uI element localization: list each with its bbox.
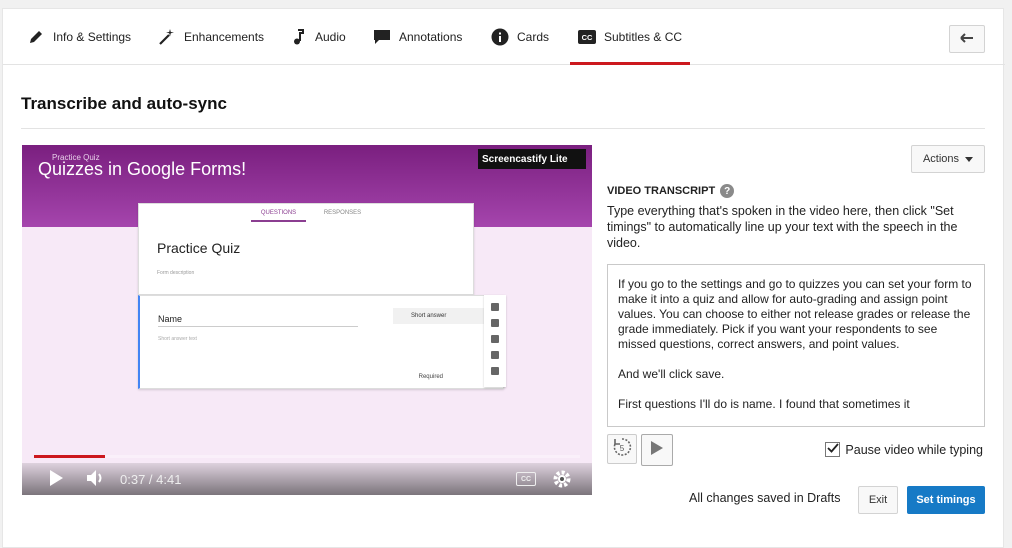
save-status: All changes saved in Drafts [689, 491, 841, 505]
transcript-heading: VIDEO TRANSCRIPT ? [607, 184, 735, 198]
play-icon[interactable] [48, 469, 64, 492]
transcript-description: Type everything that's spoken in the vid… [607, 204, 958, 250]
question-name: Name [158, 314, 183, 324]
tab-info-settings[interactable]: Info & Settings [27, 9, 131, 65]
question-answer-hint: Short answer text [158, 336, 197, 342]
video-icon [491, 351, 499, 359]
speech-bubble-icon [373, 28, 391, 46]
music-note-icon [289, 28, 307, 46]
form-preview-header: QUESTIONS RESPONSES Practice Quiz Form d… [138, 203, 474, 295]
section-icon [491, 367, 499, 375]
form-tab-responses: RESPONSES [323, 210, 362, 216]
form-side-toolbar [484, 295, 506, 387]
pause-while-typing-row: Pause video while typing [825, 442, 983, 457]
tab-annotations[interactable]: Annotations [373, 9, 462, 65]
video-progress-fill [34, 455, 105, 458]
tab-enhancements[interactable]: Enhancements [158, 9, 264, 65]
set-timings-button[interactable]: Set timings [907, 486, 985, 514]
form-tab-questions: QUESTIONS [250, 210, 307, 222]
form-tabs: QUESTIONS RESPONSES [139, 210, 473, 222]
tab-label: Annotations [399, 30, 463, 44]
volume-icon[interactable] [86, 469, 106, 492]
rewind-icon: 5 [611, 436, 633, 463]
image-icon [491, 335, 499, 343]
video-title: Quizzes in Google Forms! [38, 159, 247, 179]
back-arrow-icon [960, 30, 974, 48]
question-underline [158, 326, 358, 327]
tab-audio[interactable]: Audio [289, 9, 346, 65]
settings-gear-icon[interactable] [552, 469, 572, 494]
info-circle-icon [491, 28, 509, 46]
pause-label: Pause video while typing [845, 442, 983, 457]
transcript-label: VIDEO TRANSCRIPT [607, 185, 716, 197]
pencil-icon [27, 28, 45, 46]
video-controls: 0:37 / 4:41 CC [22, 463, 592, 495]
tab-label: Info & Settings [53, 30, 132, 44]
actions-label: Actions [922, 153, 960, 165]
form-description: Form description [157, 270, 195, 276]
tab-subtitles-cc[interactable]: CC Subtitles & CC [569, 9, 691, 65]
divider [21, 128, 985, 129]
tab-label: Cards [517, 30, 550, 44]
title-icon [491, 319, 499, 327]
tab-label: Audio [315, 30, 346, 44]
video-player[interactable]: Practice Quiz Quizzes in Google Forms! S… [22, 145, 592, 495]
rewind-5-button[interactable]: 5 [607, 434, 637, 464]
checkmark-icon [827, 442, 839, 457]
video-time: 0:37 / 4:41 [120, 472, 182, 487]
screencastify-label: Screencastify Lite [482, 153, 568, 165]
magic-wand-icon [158, 28, 176, 46]
exit-button[interactable]: Exit [858, 486, 898, 514]
play-triangle-icon [650, 440, 664, 461]
required-label: Required [418, 374, 443, 380]
tab-bar: Info & Settings Enhancements Audio Annot… [3, 9, 1005, 65]
transcript-textarea[interactable]: If you go to the settings and go to quiz… [607, 264, 985, 427]
captions-button[interactable]: CC [516, 472, 536, 486]
editor-card: Info & Settings Enhancements Audio Annot… [2, 8, 1005, 548]
cc-icon: CC [578, 28, 596, 46]
pause-checkbox[interactable] [825, 442, 841, 457]
tab-cards[interactable]: Cards [491, 9, 549, 65]
actions-dropdown[interactable]: Actions [911, 145, 985, 173]
question-type-select: Short answer [393, 308, 485, 324]
tab-label: Enhancements [184, 30, 265, 44]
caret-down-icon [965, 153, 974, 165]
form-question-card: Name Short answer text Short answer Requ… [138, 295, 504, 389]
screencastify-badge: Screencastify Lite [478, 149, 586, 169]
svg-text:CC: CC [582, 33, 593, 42]
section-title: Transcribe and auto-sync [21, 94, 227, 113]
video-progress-bar[interactable] [34, 455, 580, 458]
back-button[interactable] [949, 25, 985, 53]
add-question-icon [491, 303, 499, 311]
transcript-play-button[interactable] [641, 434, 673, 466]
form-title: Practice Quiz [157, 240, 241, 256]
tab-label: Subtitles & CC [604, 30, 683, 44]
help-icon[interactable]: ? [720, 184, 735, 198]
rewind-seconds: 5 [620, 444, 625, 453]
